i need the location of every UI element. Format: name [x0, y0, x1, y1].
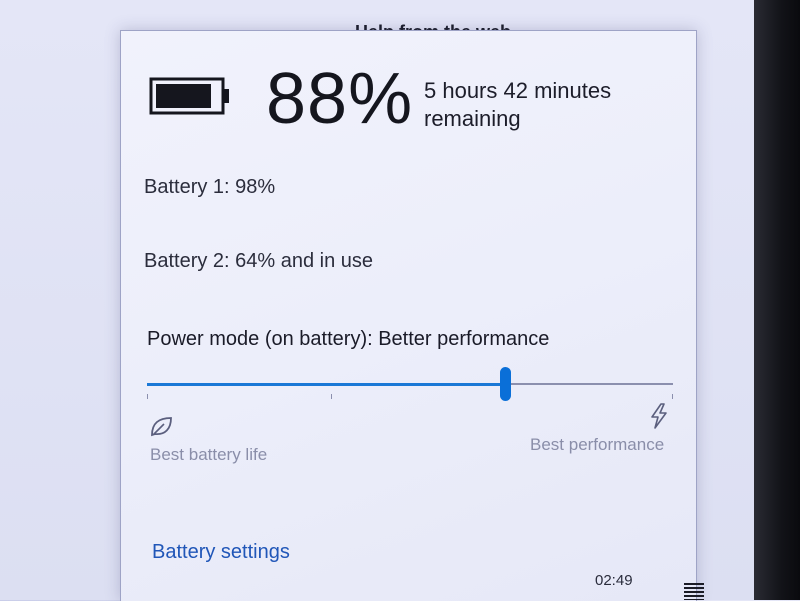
- slider-thumb[interactable]: [500, 367, 511, 401]
- leaf-battery-saver-icon: [151, 417, 172, 437]
- battery-settings-link[interactable]: Battery settings: [152, 541, 290, 564]
- slider-fill: [147, 383, 505, 386]
- slider-tick: [672, 394, 673, 399]
- battery-flyout: 88% 5 hours 42 minutes remaining Battery…: [120, 30, 697, 601]
- battery-icon: [149, 77, 229, 115]
- battery-percentage: 88%: [266, 59, 414, 139]
- power-mode-label: Power mode (on battery): Better performa…: [147, 328, 550, 350]
- slider-tick: [147, 394, 148, 399]
- screen-bezel: [754, 0, 800, 600]
- best-battery-life-label: Best battery life: [150, 445, 268, 464]
- power-mode-slider[interactable]: [147, 367, 673, 401]
- best-performance-label: Best performance: [530, 435, 665, 454]
- time-remaining: 5 hours 42 minutes remaining: [424, 78, 612, 131]
- action-center-icon[interactable]: [684, 583, 704, 600]
- slider-tick: [331, 394, 332, 399]
- battery-1-status: Battery 1: 98%: [144, 176, 276, 198]
- taskbar-clock[interactable]: 02:49: [595, 572, 633, 589]
- battery-2-status: Battery 2: 64% and in use: [144, 250, 374, 272]
- lightning-bolt-icon: [651, 403, 667, 429]
